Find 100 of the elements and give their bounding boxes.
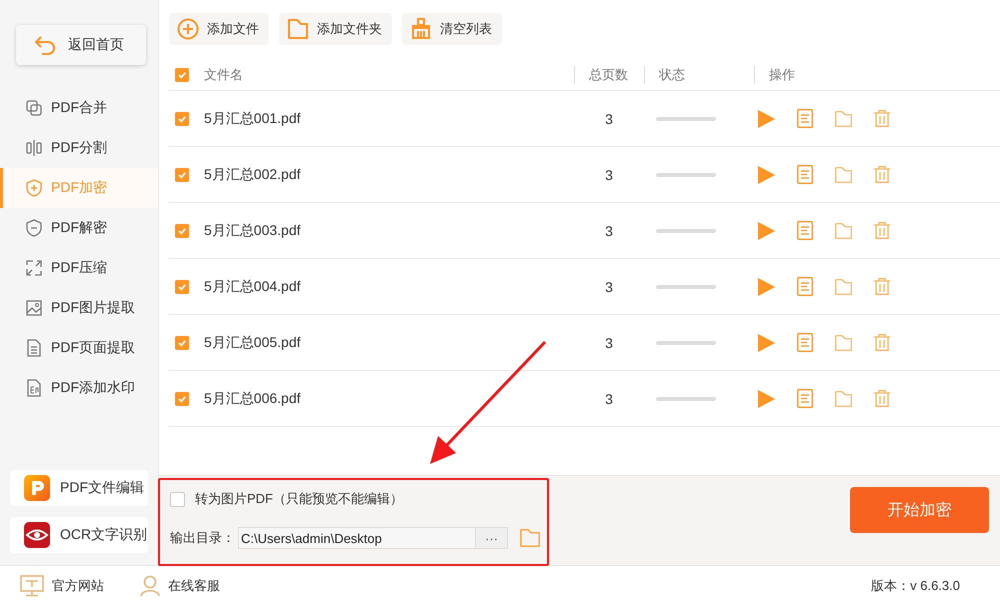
trash-icon[interactable] — [874, 222, 890, 239]
sidebar-item[interactable]: PDF分割 — [0, 128, 158, 168]
file-name: 5月汇总001.pdf — [204, 110, 300, 126]
checkbox[interactable] — [175, 392, 189, 406]
back-button[interactable]: 返回首页 — [16, 25, 146, 65]
trash-icon[interactable] — [874, 334, 890, 351]
progress-bar — [656, 116, 716, 120]
checkbox-label: 转为图片PDF（只能预览不能编辑） — [195, 490, 403, 508]
document-icon — [25, 339, 43, 357]
page-count: 3 — [605, 334, 613, 350]
table-row[interactable]: 5月汇总006.pdf 3 — [169, 371, 1000, 427]
app-logo-icon — [24, 475, 50, 501]
sidebar-item[interactable]: PDF页面提取 — [0, 328, 158, 368]
toolbar-button[interactable]: 添加文件夹 — [279, 13, 392, 45]
sidebar-item[interactable]: PDF合并 — [0, 88, 158, 128]
checkbox[interactable] — [170, 492, 185, 506]
shield-plus-icon — [25, 179, 43, 197]
checkmark-icon — [177, 338, 187, 348]
checkbox[interactable] — [175, 68, 189, 82]
checkbox[interactable] — [175, 224, 189, 238]
watermark-icon — [25, 379, 43, 397]
folder-icon — [287, 18, 309, 40]
folder-icon[interactable] — [520, 529, 540, 547]
folder-icon[interactable] — [835, 334, 852, 350]
person-icon — [140, 574, 160, 596]
shield-minus-icon — [25, 219, 43, 237]
document-icon[interactable] — [797, 165, 813, 184]
file-name: 5月汇总004.pdf — [204, 278, 300, 294]
sidebar-item[interactable]: PDF图片提取 — [0, 288, 158, 328]
play-icon[interactable] — [757, 334, 775, 352]
document-icon[interactable] — [797, 277, 813, 296]
monitor-icon — [20, 574, 44, 596]
table-row[interactable]: 5月汇总004.pdf 3 — [169, 259, 1000, 315]
field-label: 输出目录： — [170, 529, 235, 547]
trash-icon[interactable] — [874, 390, 890, 407]
page-count: 3 — [605, 278, 613, 294]
play-icon[interactable] — [757, 166, 775, 184]
page-count: 3 — [605, 110, 613, 126]
overlapping-squares-icon — [25, 99, 43, 117]
checkmark-icon — [177, 394, 187, 404]
split-icon — [25, 139, 43, 157]
page-count: 3 — [605, 222, 613, 238]
play-icon[interactable] — [757, 222, 775, 240]
checkbox[interactable] — [175, 280, 189, 294]
version-text: 版本：v 6.6.3.0 — [871, 576, 960, 594]
sidebar-item[interactable]: PDF添加水印 — [0, 368, 158, 408]
compress-icon — [25, 259, 43, 277]
sidebar-item[interactable]: PDF压缩 — [0, 248, 158, 288]
folder-icon[interactable] — [835, 278, 852, 294]
play-icon[interactable] — [757, 278, 775, 296]
folder-icon[interactable] — [835, 222, 852, 238]
checkmark-icon — [177, 170, 187, 180]
document-icon[interactable] — [797, 221, 813, 240]
play-icon[interactable] — [757, 390, 775, 408]
toolbar-button[interactable]: 添加文件 — [169, 13, 269, 45]
checkbox[interactable] — [175, 112, 189, 126]
column-header: 总页数 — [589, 67, 628, 82]
folder-icon[interactable] — [835, 110, 852, 126]
progress-bar — [656, 396, 716, 400]
table-row[interactable]: 5月汇总005.pdf 3 — [169, 315, 1000, 371]
column-header: 操作 — [769, 67, 795, 82]
file-name: 5月汇总002.pdf — [204, 166, 300, 182]
table-row[interactable]: 5月汇总002.pdf 3 — [169, 147, 1000, 203]
play-icon[interactable] — [757, 110, 775, 128]
checkmark-icon — [177, 70, 187, 80]
browse-button[interactable]: ··· — [475, 528, 507, 548]
progress-bar — [656, 228, 716, 232]
toolbar-button[interactable]: 清空列表 — [402, 13, 502, 45]
document-icon[interactable] — [797, 109, 813, 128]
file-name: 5月汇总003.pdf — [204, 222, 300, 238]
footer-link[interactable]: 官方网站 — [20, 574, 104, 596]
output-path-field[interactable]: C:\Users\admin\Desktop ··· — [238, 527, 508, 549]
document-icon[interactable] — [797, 333, 813, 352]
table-row[interactable]: 5月汇总001.pdf 3 — [169, 91, 1000, 147]
checkmark-icon — [177, 114, 187, 124]
page-count: 3 — [605, 166, 613, 182]
eye-logo-icon — [24, 522, 50, 548]
trash-icon[interactable] — [874, 110, 890, 127]
folder-icon[interactable] — [835, 166, 852, 182]
checkbox[interactable] — [175, 336, 189, 350]
sidebar-item[interactable]: PDF解密 — [0, 208, 158, 248]
page-count: 3 — [605, 390, 613, 406]
folder-icon[interactable] — [835, 390, 852, 406]
app-link[interactable]: OCR文字识别 — [10, 517, 148, 553]
column-header: 文件名 — [204, 67, 243, 82]
plus-circle-icon — [177, 18, 199, 40]
app-link[interactable]: PDF文件编辑 — [10, 470, 148, 506]
trash-icon[interactable] — [874, 278, 890, 295]
trash-icon[interactable] — [874, 166, 890, 183]
image-icon — [25, 299, 43, 317]
progress-bar — [656, 284, 716, 288]
column-header: 状态 — [659, 67, 685, 82]
checkbox[interactable] — [175, 168, 189, 182]
brush-icon — [410, 18, 432, 40]
file-name: 5月汇总005.pdf — [204, 334, 300, 350]
footer-link[interactable]: 在线客服 — [140, 574, 220, 596]
progress-bar — [656, 340, 716, 344]
document-icon[interactable] — [797, 389, 813, 408]
progress-bar — [656, 172, 716, 176]
table-row[interactable]: 5月汇总003.pdf 3 — [169, 203, 1000, 259]
